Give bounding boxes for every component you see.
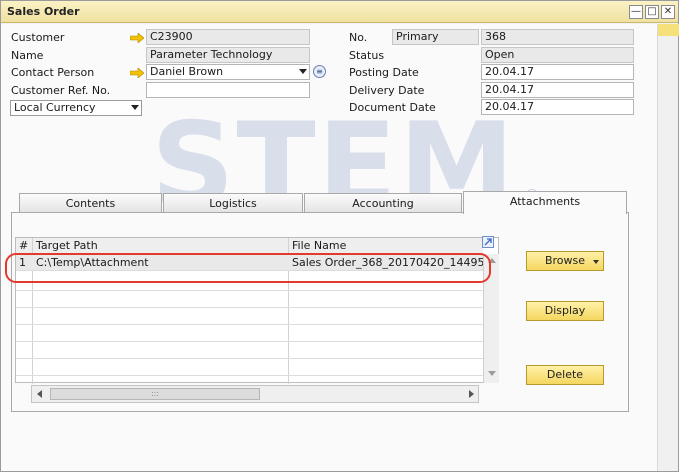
column-header-num[interactable]: # (16, 238, 32, 254)
close-icon[interactable]: ✕ (661, 5, 675, 19)
right-rail (657, 24, 679, 471)
sales-order-window: Sales Order — □ ✕ Customer C23900 Name P… (0, 0, 679, 472)
title-bar: Sales Order — □ ✕ (1, 1, 678, 23)
name-field[interactable]: Parameter Technology (146, 47, 310, 63)
minimize-icon[interactable]: — (629, 5, 643, 19)
scroll-down-icon[interactable] (488, 371, 496, 376)
table-row[interactable] (16, 326, 483, 342)
tab-accounting[interactable]: Accounting (304, 193, 462, 213)
customer-field[interactable]: C23900 (146, 29, 310, 45)
delivery-date-field[interactable]: 20.04.17 (481, 82, 634, 98)
contact-person-select[interactable]: Daniel Brown (146, 64, 310, 80)
document-date-field[interactable]: 20.04.17 (481, 99, 634, 115)
tab-attachments[interactable]: Attachments (463, 191, 627, 214)
table-row[interactable] (16, 292, 483, 308)
currency-value: Local Currency (14, 101, 96, 114)
contact-person-label: Contact Person (11, 66, 95, 79)
status-field[interactable]: Open (481, 47, 634, 63)
scroll-left-icon[interactable] (37, 390, 42, 398)
chevron-down-icon[interactable] (131, 105, 139, 110)
scroll-up-icon[interactable] (488, 258, 496, 263)
customer-ref-label: Customer Ref. No. (11, 84, 111, 97)
customer-ref-field[interactable] (146, 82, 310, 98)
delivery-date-label: Delivery Date (349, 84, 425, 97)
maximize-icon[interactable]: □ (645, 5, 659, 19)
attachments-table: # Target Path File Name 1 C:\Temp\Attach… (15, 237, 499, 384)
scroll-thumb[interactable]: ::: (50, 388, 260, 400)
contact-person-value: Daniel Brown (150, 65, 224, 78)
no-label: No. (349, 31, 368, 44)
details-icon[interactable]: ≡ (313, 65, 326, 78)
name-label: Name (11, 49, 44, 62)
column-header-file-name[interactable]: File Name (289, 238, 483, 254)
rail-accent (658, 24, 679, 36)
series-field[interactable]: Primary (392, 29, 479, 45)
tab-contents[interactable]: Contents (19, 193, 162, 213)
customer-label: Customer (11, 31, 65, 44)
document-date-label: Document Date (349, 101, 436, 114)
link-arrow-icon[interactable] (130, 33, 144, 43)
file-name-cell[interactable]: Sales Order_368_20170420_144957 (289, 255, 483, 271)
table-row[interactable] (16, 343, 483, 359)
row-number: 1 (19, 256, 26, 269)
window-title: Sales Order (7, 5, 80, 18)
posting-date-label: Posting Date (349, 66, 419, 79)
scroll-right-icon[interactable] (469, 390, 474, 398)
expand-arrow-icon[interactable] (482, 236, 494, 248)
table-row[interactable] (16, 360, 483, 376)
vertical-scrollbar[interactable] (483, 254, 499, 383)
dropdown-triangle-icon (593, 260, 599, 264)
horizontal-scrollbar[interactable]: ::: (31, 385, 479, 403)
column-header-target-path[interactable]: Target Path (33, 238, 288, 254)
table-row[interactable] (16, 275, 483, 291)
delete-button[interactable]: Delete (526, 365, 604, 385)
tab-logistics[interactable]: Logistics (163, 193, 303, 213)
status-label: Status (349, 49, 385, 62)
posting-date-field[interactable]: 20.04.17 (481, 64, 634, 80)
browse-button-label: Browse (544, 254, 586, 267)
table-row[interactable]: 1 C:\Temp\Attachment Sales Order_368_201… (16, 255, 483, 271)
doc-number-field[interactable]: 368 (481, 29, 634, 45)
link-arrow-icon[interactable] (130, 68, 144, 78)
browse-button[interactable]: Browse (526, 251, 604, 271)
chevron-down-icon[interactable] (299, 69, 307, 74)
currency-select[interactable]: Local Currency (10, 100, 142, 116)
target-path-cell[interactable]: C:\Temp\Attachment (33, 255, 288, 271)
table-row[interactable] (16, 309, 483, 325)
display-button[interactable]: Display (526, 301, 604, 321)
